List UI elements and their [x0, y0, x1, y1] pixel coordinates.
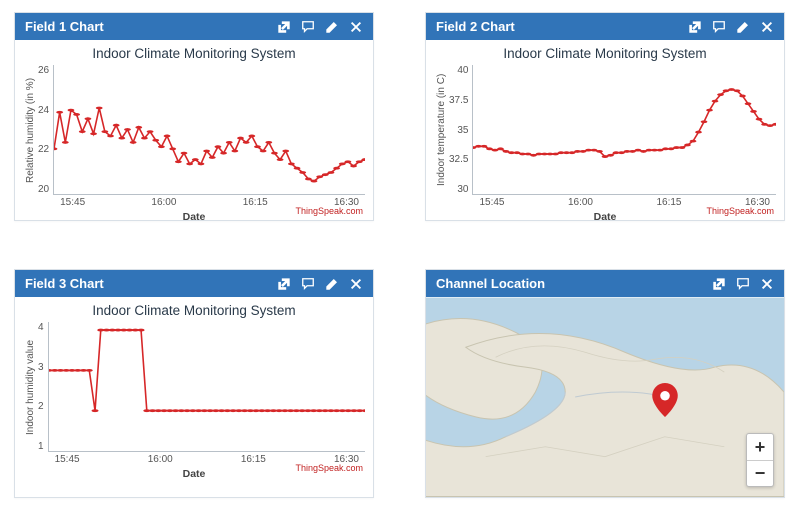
y-axis-label: Indoor temperature (in C) — [434, 65, 449, 195]
zoom-out-button[interactable]: − — [747, 460, 773, 486]
panel-header-field1: Field 1 Chart — [15, 13, 373, 40]
close-icon[interactable] — [349, 20, 363, 34]
plot-area-field3[interactable]: 15:45 16:00 16:15 16:30 — [48, 322, 365, 452]
plot-area-field1[interactable]: 15:45 16:00 16:15 16:30 — [53, 65, 365, 195]
chart-body-field3: Indoor Climate Monitoring System Indoor … — [15, 297, 373, 477]
credit-link[interactable]: ThingSpeak.com — [295, 206, 363, 216]
map-illustration — [426, 297, 784, 497]
comment-icon[interactable] — [301, 20, 315, 34]
panel-header-field2: Field 2 Chart — [426, 13, 784, 40]
y-axis-label: Indoor humidity value — [23, 322, 38, 452]
close-icon[interactable] — [349, 277, 363, 291]
map-zoom-control: + − — [746, 433, 774, 487]
credit-link[interactable]: ThingSpeak.com — [295, 463, 363, 473]
pencil-icon[interactable] — [325, 277, 339, 291]
popout-icon[interactable] — [712, 277, 726, 291]
pencil-icon[interactable] — [325, 20, 339, 34]
panel-field1: Field 1 Chart Indoor Climate Monitoring … — [14, 12, 374, 221]
panel-field3: Field 3 Chart Indoor Climate Monitoring … — [14, 269, 374, 498]
popout-icon[interactable] — [688, 20, 702, 34]
map-area[interactable]: + − — [426, 297, 784, 497]
panel-field2: Field 2 Chart Indoor Climate Monitoring … — [425, 12, 785, 221]
credit-link[interactable]: ThingSpeak.com — [706, 206, 774, 216]
panel-title: Field 1 Chart — [25, 19, 277, 34]
location-pin-icon — [652, 383, 678, 417]
chart-title: Indoor Climate Monitoring System — [434, 46, 776, 61]
popout-icon[interactable] — [277, 277, 291, 291]
y-axis-ticks: 4 3 2 1 — [38, 322, 48, 452]
zoom-in-button[interactable]: + — [747, 434, 773, 460]
plot-area-field2[interactable]: 15:45 16:00 16:15 16:30 — [472, 65, 776, 195]
comment-icon[interactable] — [301, 277, 315, 291]
chart-body-field2: Indoor Climate Monitoring System Indoor … — [426, 40, 784, 220]
y-axis-ticks: 26 24 22 20 — [38, 65, 53, 195]
close-icon[interactable] — [760, 20, 774, 34]
comment-icon[interactable] — [712, 20, 726, 34]
panel-header-location: Channel Location — [426, 270, 784, 297]
panel-title: Channel Location — [436, 276, 712, 291]
pencil-icon[interactable] — [736, 20, 750, 34]
chart-body-field1: Indoor Climate Monitoring System Relativ… — [15, 40, 373, 220]
close-icon[interactable] — [760, 277, 774, 291]
panel-location: Channel Location + — [425, 269, 785, 498]
comment-icon[interactable] — [736, 277, 750, 291]
y-axis-label: Relative humidity (in %) — [23, 65, 38, 195]
chart-title: Indoor Climate Monitoring System — [23, 303, 365, 318]
panel-title: Field 3 Chart — [25, 276, 277, 291]
panel-title: Field 2 Chart — [436, 19, 688, 34]
chart-title: Indoor Climate Monitoring System — [23, 46, 365, 61]
popout-icon[interactable] — [277, 20, 291, 34]
y-axis-ticks: 40 37.5 35 32.5 30 — [449, 65, 472, 195]
panel-header-field3: Field 3 Chart — [15, 270, 373, 297]
